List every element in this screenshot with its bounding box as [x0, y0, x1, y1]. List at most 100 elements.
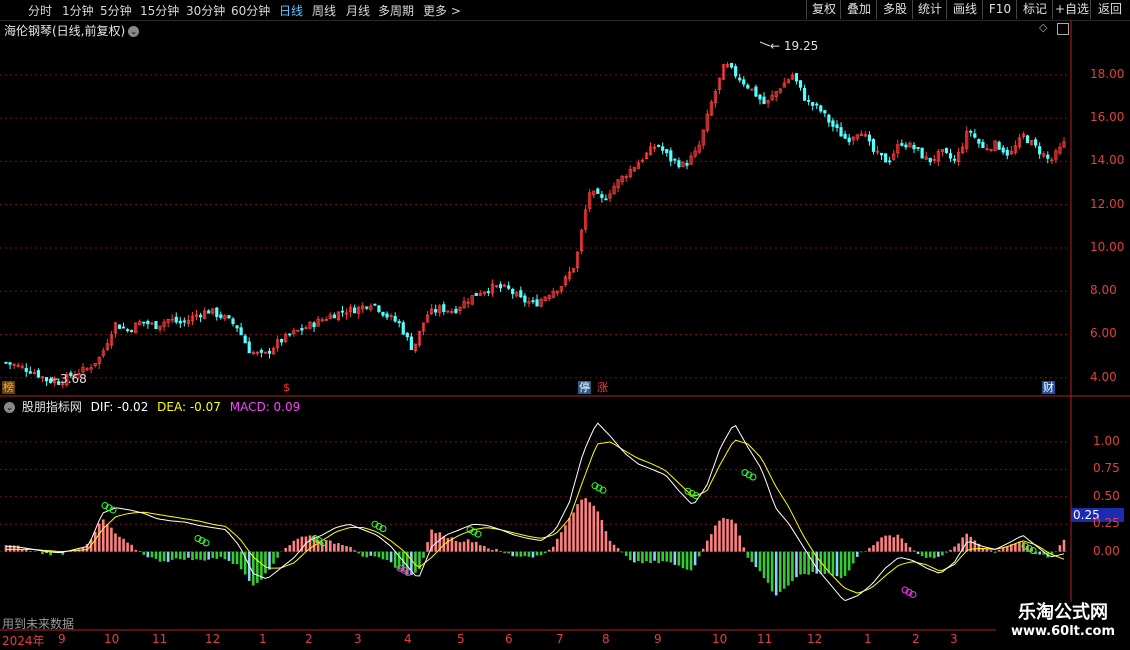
- candle-body: [827, 114, 831, 123]
- macd-bar: [373, 551, 377, 557]
- macd-bar: [624, 551, 628, 556]
- macd-bar: [876, 541, 879, 552]
- chevron-down-icon[interactable]: ⌄: [4, 402, 15, 413]
- candle-body: [486, 291, 490, 294]
- macd-bar: [774, 551, 778, 596]
- candle-body: [243, 335, 247, 344]
- macd-bar: [166, 551, 170, 562]
- macd-bar: [989, 550, 993, 552]
- candle-body: [353, 307, 357, 314]
- candle-body: [742, 79, 746, 85]
- future-data-note: 用到未来数据: [2, 617, 75, 631]
- macd-bar: [957, 543, 960, 552]
- macd-bar: [16, 545, 20, 552]
- x-tick: 1: [259, 632, 267, 646]
- candle-body: [535, 299, 539, 307]
- macd-bar: [97, 523, 101, 552]
- watermark-title: 乐淘公式网: [1018, 602, 1108, 623]
- macd-bar: [264, 551, 267, 574]
- macd-bar: [316, 540, 320, 552]
- macd-bar: [701, 548, 705, 552]
- macd-bar: [1018, 541, 1021, 552]
- event-marker[interactable]: 榜: [2, 381, 15, 394]
- dea-label: DEA: -0.07: [157, 400, 221, 414]
- macd-bar: [847, 551, 851, 571]
- macd-bar: [689, 551, 693, 571]
- candle-body: [219, 314, 223, 318]
- x-tick: 5: [457, 632, 465, 646]
- macd-bar: [328, 540, 332, 552]
- candle-body: [952, 158, 957, 161]
- event-marker[interactable]: $: [282, 381, 291, 394]
- x-tick: 1: [864, 632, 872, 646]
- macd-bar: [369, 551, 373, 556]
- macd-bar: [272, 551, 275, 564]
- x-tick: 12: [807, 632, 823, 646]
- macd-bar: [685, 551, 689, 570]
- candle-body: [121, 326, 126, 329]
- macd-bar: [564, 525, 567, 552]
- candle-body: [815, 103, 819, 106]
- candle-body: [977, 138, 981, 144]
- candle-body: [1025, 135, 1030, 144]
- macd-bar: [916, 551, 920, 555]
- price-tick: 12.00: [1090, 196, 1125, 211]
- macd-bar: [770, 551, 774, 592]
- macd-bar: [41, 551, 44, 555]
- candle-body: [920, 147, 924, 159]
- macd-bar: [681, 551, 685, 569]
- price-tick: 8.00: [1090, 283, 1117, 298]
- macd-bar: [584, 498, 587, 552]
- macd-bar: [803, 551, 806, 575]
- candle-body: [300, 328, 304, 331]
- macd-bar: [462, 541, 466, 552]
- candle-body: [511, 289, 515, 295]
- macd-bar: [1062, 539, 1066, 552]
- macd-bar: [385, 551, 389, 561]
- macd-bar: [426, 542, 429, 552]
- event-marker[interactable]: 涨: [596, 381, 609, 394]
- candle-body: [843, 133, 847, 139]
- high-pointer: [759, 41, 771, 47]
- candle-body: [746, 84, 750, 89]
- macd-bar: [219, 551, 223, 557]
- macd-bar: [908, 547, 912, 552]
- macd-bar: [199, 551, 202, 560]
- kline-chart[interactable]: ← 19.25 ←3.68: [0, 0, 1130, 650]
- macd-bar: [495, 548, 498, 552]
- candle-body: [405, 332, 409, 338]
- x-tick: 9: [58, 632, 66, 646]
- macd-bar: [134, 549, 138, 552]
- macd-bar: [953, 546, 956, 552]
- candle-body: [734, 66, 738, 77]
- candle-body: [738, 77, 742, 81]
- price-tick: 10.00: [1090, 239, 1125, 254]
- macd-bar: [835, 551, 839, 577]
- candle-body: [1038, 146, 1042, 155]
- macd-bar: [519, 551, 523, 557]
- candle-body: [227, 315, 231, 319]
- macd-bar: [227, 551, 231, 561]
- macd-bar: [203, 551, 206, 561]
- macd-bar: [29, 551, 32, 552]
- candle-body: [596, 188, 600, 194]
- macd-bar: [454, 541, 458, 552]
- event-marker[interactable]: 停: [578, 381, 591, 394]
- event-marker[interactable]: 财: [1042, 381, 1055, 394]
- low-price-label: ←3.68: [50, 372, 87, 386]
- candle-body: [146, 320, 150, 325]
- macd-bar: [458, 542, 462, 552]
- macd-bar: [491, 550, 494, 552]
- macd-bar: [470, 542, 474, 552]
- macd-bar: [377, 551, 381, 558]
- macd-bar: [742, 547, 746, 552]
- macd-bar: [146, 551, 150, 558]
- macd-bar: [337, 543, 340, 552]
- macd-bar: [555, 538, 559, 552]
- candle-body: [807, 99, 811, 102]
- candle-body: [36, 370, 41, 378]
- macd-bar: [722, 517, 725, 552]
- candle-body: [604, 198, 608, 201]
- macd-bar: [523, 551, 527, 557]
- macd-bar: [1038, 551, 1041, 555]
